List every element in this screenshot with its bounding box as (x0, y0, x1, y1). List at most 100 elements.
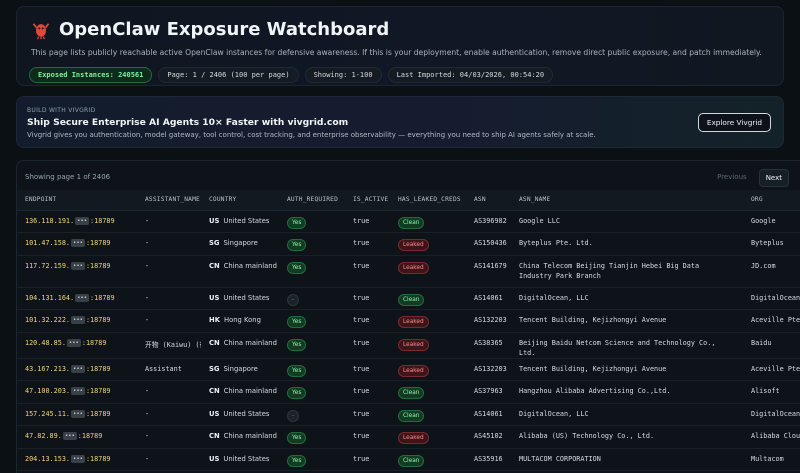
auth-required-cell: Yes (279, 380, 345, 404)
column-header[interactable]: COUNTRY (201, 190, 279, 211)
table-row[interactable]: 136.118.191. •••:18789- US United States Yes… (17, 210, 800, 233)
creds-status-badge: Clean (398, 409, 425, 422)
country-code: CN (209, 261, 220, 270)
explore-vivgrid-button[interactable]: Explore Vivgrid (697, 113, 771, 132)
endpoint-ip: 204.13.153. (25, 454, 71, 463)
asn-name-cell: Alibaba (US) Technology Co., Ltd. (511, 425, 743, 449)
creds-status-badge: Clean (398, 293, 425, 306)
assistant-name-cell: - (137, 425, 201, 449)
is-active-cell: true (345, 358, 390, 381)
endpoint-cell[interactable]: 204.13.153. •••:18789 (17, 448, 137, 471)
table-row[interactable]: 101.47.158. •••:18789- SG Singapore Yes true L… (17, 232, 800, 256)
endpoint-cell[interactable]: 157.245.11. •••:18789 (17, 403, 137, 426)
asn-name-cell: Tencent Building, Kejizhongyi Avenue (511, 358, 743, 381)
auth-required-cell: Yes (279, 255, 345, 288)
creds-status-badge: Leaked (398, 239, 429, 251)
assistant-name-cell: - (137, 232, 201, 256)
column-header[interactable]: ASN (466, 190, 511, 211)
column-header[interactable]: AUTH_REQUIRED (279, 190, 345, 211)
leaked-creds-cell: Leaked (390, 332, 466, 359)
country-name: United States (223, 409, 270, 418)
masked-octet: ••• (71, 409, 85, 418)
creds-status-badge: Clean (398, 387, 425, 399)
endpoint-cell[interactable]: 47.100.203. •••:18789 (17, 380, 137, 404)
leaked-creds-cell: Clean (390, 210, 466, 233)
leaked-creds-cell: Clean (390, 380, 466, 404)
endpoint-ip: 136.118.191. (25, 216, 75, 225)
table-row[interactable]: 47.82.89. •••:18789- CN China mainland Yes tr… (17, 425, 800, 449)
org-cell: Baidu (743, 332, 800, 359)
endpoint-port: :18789 (77, 432, 103, 440)
column-header[interactable]: HAS_LEAKED_CREDS (390, 190, 466, 211)
endpoint-cell[interactable]: 101.47.158. •••:18789 (17, 232, 137, 256)
masked-octet: ••• (71, 387, 85, 395)
column-header[interactable]: ASN_NAME (511, 190, 743, 211)
next-button[interactable]: Next (758, 169, 789, 187)
table-row[interactable]: 120.48.85.•••:18789开物 (Kaiwu) (待机)CNChin… (17, 332, 800, 359)
table-row[interactable]: 104.131.164. •••:18789- US United States - tr… (17, 287, 800, 310)
creds-status-badge: Leaked (398, 338, 429, 351)
creds-status-badge: Leaked (398, 316, 429, 328)
column-header[interactable]: ENDPOINT (17, 190, 137, 211)
column-header[interactable]: ASSISTANT_NAME (137, 190, 201, 211)
endpoint-cell[interactable]: 43.167.213. •••:18789 (17, 358, 137, 381)
creds-status-badge: Clean (398, 454, 425, 467)
country-code: SG (209, 364, 220, 373)
leaked-creds-cell: Clean (390, 287, 466, 310)
country-cell: US United States (201, 403, 279, 426)
leaked-creds-cell: Clean (390, 448, 466, 471)
promo-banner: BUILD WITH VIVGRID Ship Secure Enterpris… (16, 96, 784, 148)
table-row[interactable]: 47.100.203. •••:18789- CN China mainland Yes… (17, 380, 800, 404)
endpoint-port: :18789 (85, 316, 111, 324)
asn-cell: AS396982 (466, 210, 511, 233)
table-row[interactable]: 117.72.159. •••:18789- CN China mainland Yes… (17, 255, 800, 288)
column-header[interactable]: ORG (743, 190, 800, 211)
table-row[interactable]: 157.245.11. •••:18789- US United States - tru… (17, 403, 800, 426)
endpoint-cell[interactable]: 136.118.191. •••:18789 (17, 210, 137, 233)
org-cell: DigitalOcean (743, 287, 800, 310)
masked-octet: ••• (75, 216, 90, 225)
country-code: HK (209, 316, 220, 324)
table-row[interactable]: 43.167.213. •••:18789 Assistant SG Singapore… (17, 358, 800, 381)
previous-button[interactable]: Previous (711, 169, 753, 187)
auth-badge: Yes (287, 261, 307, 274)
asn-cell: AS132203 (466, 358, 511, 381)
auth-badge: Yes (287, 454, 307, 467)
endpoint-ip: 43.167.213. (25, 364, 71, 373)
is-active-cell: true (345, 287, 390, 310)
country-code: US (209, 454, 220, 463)
column-header[interactable]: IS_ACTIVE (345, 190, 390, 211)
asn-name-cell: MULTACOM CORPORATION (511, 448, 743, 471)
endpoint-cell[interactable]: 120.48.85. •••:18789 (17, 332, 137, 359)
auth-badge: - (287, 409, 300, 422)
table-row[interactable]: 101.32.222. •••:18789- HK Hong Kong Yes true L… (17, 309, 800, 333)
endpoint-port: :18789 (85, 364, 111, 373)
country-name: China mainland (223, 338, 277, 347)
country-cell: SG Singapore (201, 358, 279, 381)
country-cell: CN China mainland (201, 425, 279, 449)
country-code: US (209, 293, 220, 302)
masked-octet: ••• (71, 364, 85, 373)
endpoint-cell[interactable]: 104.131.164. •••:18789 (17, 287, 137, 310)
endpoint-cell[interactable]: 47.82.89. •••:18789 (17, 425, 137, 449)
org-cell: Aceville Pte (743, 309, 800, 333)
country-cell: US United States (201, 448, 279, 471)
pagination: Previous Next (711, 169, 789, 187)
auth-required-cell: Yes (279, 448, 345, 471)
endpoint-cell[interactable]: 101.32.222. •••:18789 (17, 309, 137, 333)
masked-octet: ••• (66, 338, 81, 347)
lobster-logo-icon (32, 22, 50, 39)
page-description: This page lists publicly reachable activ… (31, 48, 762, 57)
endpoint-cell[interactable]: 117.72.159. •••:18789 (17, 255, 137, 288)
auth-badge: Yes (287, 387, 307, 399)
leaked-creds-cell: Leaked (390, 358, 466, 381)
table-row[interactable]: 204.13.153. •••:18789- US United States Yes t… (17, 448, 800, 471)
endpoint-port: :18789 (85, 261, 111, 270)
masked-octet: ••• (75, 293, 90, 302)
org-cell: Aceville Pte (743, 358, 800, 381)
country-cell: CN China mainland (201, 332, 279, 359)
country-cell: CN China mainland (201, 380, 279, 404)
promo-title: Ship Secure Enterprise AI Agents 10× Fas… (27, 117, 349, 128)
asn-cell: AS35916 (466, 448, 511, 471)
assistant-name-cell: - (137, 309, 201, 333)
